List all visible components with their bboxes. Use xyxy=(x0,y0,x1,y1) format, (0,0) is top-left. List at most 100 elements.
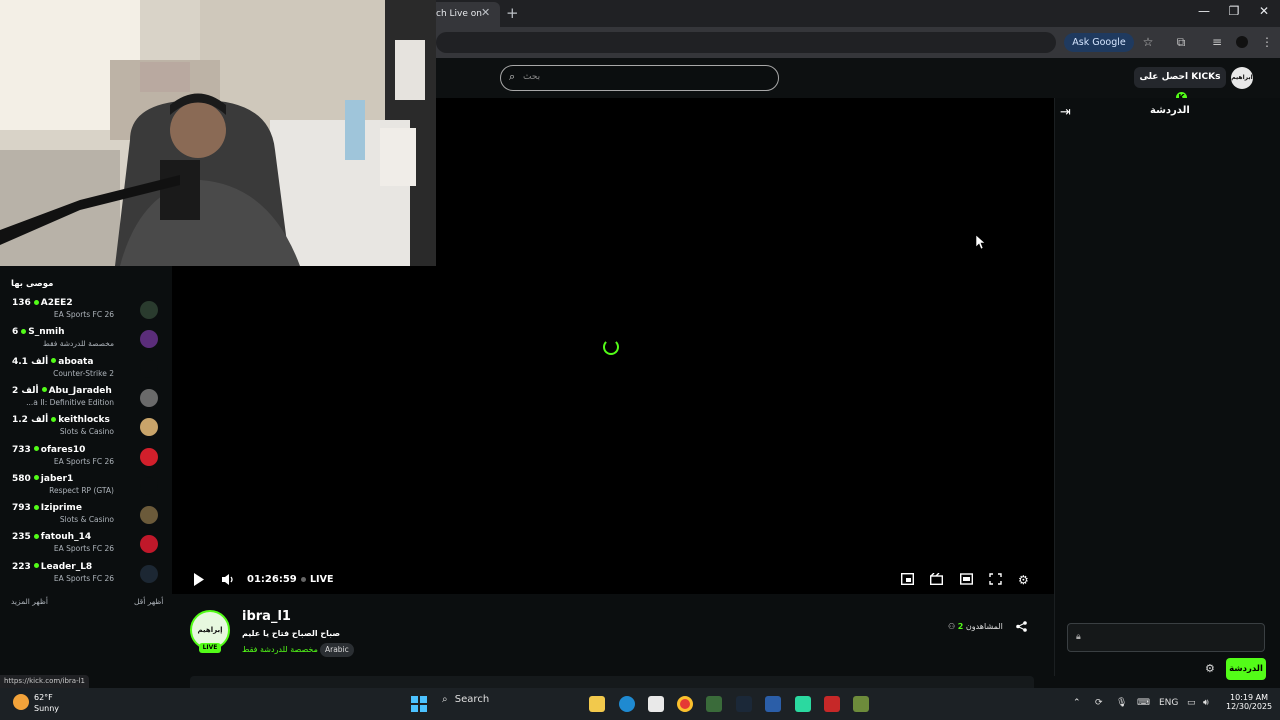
steam-icon[interactable] xyxy=(736,696,752,712)
show-more-link[interactable]: أظهر المزيد xyxy=(11,597,48,606)
tray-network-icon[interactable]: ▭ xyxy=(1187,698,1196,708)
webcam-overlay xyxy=(0,0,436,266)
language-tag[interactable]: Arabic xyxy=(320,643,354,657)
weather-sun-icon[interactable] xyxy=(13,694,29,710)
live-dot-icon xyxy=(51,358,57,364)
chat-settings-gear-icon[interactable]: ⚙ xyxy=(1205,662,1215,675)
profile-icon[interactable] xyxy=(1234,34,1250,50)
channel-name: keithlocks xyxy=(58,415,110,426)
sidebar-channel-item[interactable]: 6 S_nmih مخصصة للدردشة فقط xyxy=(0,327,172,356)
channel-avatar[interactable] xyxy=(140,330,158,349)
extensions-icon[interactable]: ⧉ xyxy=(1173,34,1189,50)
theater-mode-icon[interactable] xyxy=(959,573,974,588)
channel-avatar[interactable] xyxy=(140,447,158,466)
sidebar-channel-item[interactable]: 136 A2EE2 EA Sports FC 26 xyxy=(0,298,172,327)
settings-gear-icon[interactable]: ⚙ xyxy=(1018,573,1029,587)
live-dot-icon xyxy=(33,533,39,539)
reading-list-icon[interactable]: ≡ xyxy=(1209,34,1225,50)
stream-details-bar xyxy=(190,676,1034,688)
clip-icon[interactable] xyxy=(929,572,944,588)
new-tab-button[interactable]: + xyxy=(506,4,519,22)
photos-icon[interactable] xyxy=(765,696,781,712)
store-icon[interactable] xyxy=(648,696,664,712)
live-dot-icon xyxy=(301,577,306,582)
channel-name: S_nmih xyxy=(28,327,65,338)
tray-keyboard-icon[interactable]: ⌨ xyxy=(1137,698,1150,708)
live-dot-icon xyxy=(33,563,39,569)
channel-avatar[interactable] xyxy=(140,359,158,378)
channel-avatar[interactable] xyxy=(140,476,158,495)
bookmark-star-icon[interactable]: ☆ xyxy=(1140,34,1156,50)
restore-button[interactable]: ❐ xyxy=(1224,4,1244,18)
minecraft-icon[interactable] xyxy=(853,696,869,712)
windows-taskbar xyxy=(0,688,1280,720)
chat-message-input[interactable] xyxy=(1067,623,1265,652)
search-input[interactable]: ⌕ بحث xyxy=(500,65,779,91)
channel-avatar[interactable] xyxy=(140,301,158,319)
channel-viewers: 580 xyxy=(12,473,31,484)
sidebar-channel-item[interactable]: 235 fatouh_14 EA Sports FC 26 xyxy=(0,532,172,561)
sidebar-channel-item[interactable]: 793 Iziprime Slots & Casino xyxy=(0,503,172,532)
tray-sync-icon[interactable]: ⟳ xyxy=(1095,698,1103,708)
share-icon[interactable] xyxy=(1016,621,1027,635)
search-icon: ⌕ xyxy=(509,70,516,83)
acrobat-icon[interactable] xyxy=(824,696,840,712)
app-icon[interactable] xyxy=(706,696,722,712)
tab-close-icon[interactable]: ✕ xyxy=(481,6,490,19)
game-app-icon[interactable] xyxy=(795,696,811,712)
channel-name: Iziprime xyxy=(40,503,82,514)
tray-chevron-up-icon[interactable]: ⌃ xyxy=(1073,698,1081,708)
windows-start-icon[interactable] xyxy=(411,696,427,712)
sidebar-channel-item[interactable]: 4.1 ألف aboata Counter-Strike 2 xyxy=(0,357,172,386)
channel-avatar[interactable] xyxy=(140,564,158,583)
sidebar-channel-item[interactable]: 2 ألف Abu_Jaradeh ...a II: Definitive Edit… xyxy=(0,386,172,415)
ask-google-button[interactable]: Ask Google xyxy=(1064,33,1134,52)
live-dot-icon xyxy=(41,387,47,393)
channel-viewers: 136 xyxy=(12,298,31,308)
channel-avatar[interactable] xyxy=(140,535,158,554)
live-indicator[interactable]: LIVE xyxy=(301,574,333,585)
chat-collapse-icon[interactable]: ⇥ xyxy=(1060,105,1071,120)
channel-category: Respect RP (GTA) xyxy=(49,485,114,495)
chat-send-button[interactable]: الدردشة xyxy=(1226,658,1266,680)
sidebar-channel-item[interactable]: 223 Leader_L8 EA Sports FC 26 xyxy=(0,562,172,591)
taskbar-search[interactable]: ⌕ Search xyxy=(438,694,580,714)
browser-menu-icon[interactable]: ⋮ xyxy=(1259,34,1275,50)
channel-avatar[interactable] xyxy=(140,388,158,407)
file-explorer-icon[interactable] xyxy=(589,696,605,712)
tray-mic-icon[interactable]: 🎙︎ xyxy=(1116,698,1127,708)
close-window-button[interactable]: ✕ xyxy=(1254,4,1274,18)
mouse-cursor-icon xyxy=(976,235,986,249)
channel-viewers: 793 xyxy=(12,503,31,514)
language-indicator[interactable]: ENG xyxy=(1159,698,1178,708)
taskbar-clock[interactable]: 10:19 AM 12/30/2025 xyxy=(1226,693,1272,711)
live-dot-icon xyxy=(33,504,39,510)
picture-in-picture-icon[interactable] xyxy=(900,572,915,588)
fullscreen-icon[interactable] xyxy=(989,573,1002,588)
sidebar-channel-item[interactable]: 733 ofares10 EA Sports FC 26 xyxy=(0,445,172,474)
weather-description[interactable]: Sunny xyxy=(34,704,59,713)
get-kicks-button[interactable]: احصل على KICKsK xyxy=(1134,67,1226,103)
channel-category: EA Sports FC 26 xyxy=(53,544,114,554)
volume-icon[interactable] xyxy=(221,573,235,589)
channel-category: Slots & Casino xyxy=(59,515,114,525)
user-avatar[interactable]: ابراهيم xyxy=(1231,67,1253,89)
show-less-link[interactable]: أظهر أقل xyxy=(134,597,163,606)
channel-avatar[interactable] xyxy=(140,506,158,525)
taskbar-search-icon: ⌕ xyxy=(442,694,448,705)
sidebar-channel-item[interactable]: 1.2 ألف keithlocks Slots & Casino xyxy=(0,415,172,444)
play-icon[interactable] xyxy=(193,573,205,589)
sidebar-channel-item[interactable]: 580 jaber1 Respect RP (GTA) xyxy=(0,474,172,503)
minimize-button[interactable]: — xyxy=(1194,4,1214,18)
channel-avatar[interactable] xyxy=(140,418,158,437)
address-bar[interactable] xyxy=(436,32,1056,53)
tray-volume-icon[interactable]: 🔊︎ xyxy=(1203,698,1209,708)
chat-panel xyxy=(1054,98,1280,676)
edge-icon[interactable] xyxy=(619,696,635,712)
weather-temperature[interactable]: 62°F xyxy=(34,693,53,702)
streamer-name[interactable]: ibra_l1 xyxy=(242,609,291,624)
search-placeholder: بحث xyxy=(523,72,541,82)
channel-title-line: 1.2 ألف keithlocks xyxy=(12,415,110,425)
chrome-icon[interactable] xyxy=(677,696,693,712)
stream-category-link[interactable]: مخصصة للدردشة فقط xyxy=(242,645,318,654)
